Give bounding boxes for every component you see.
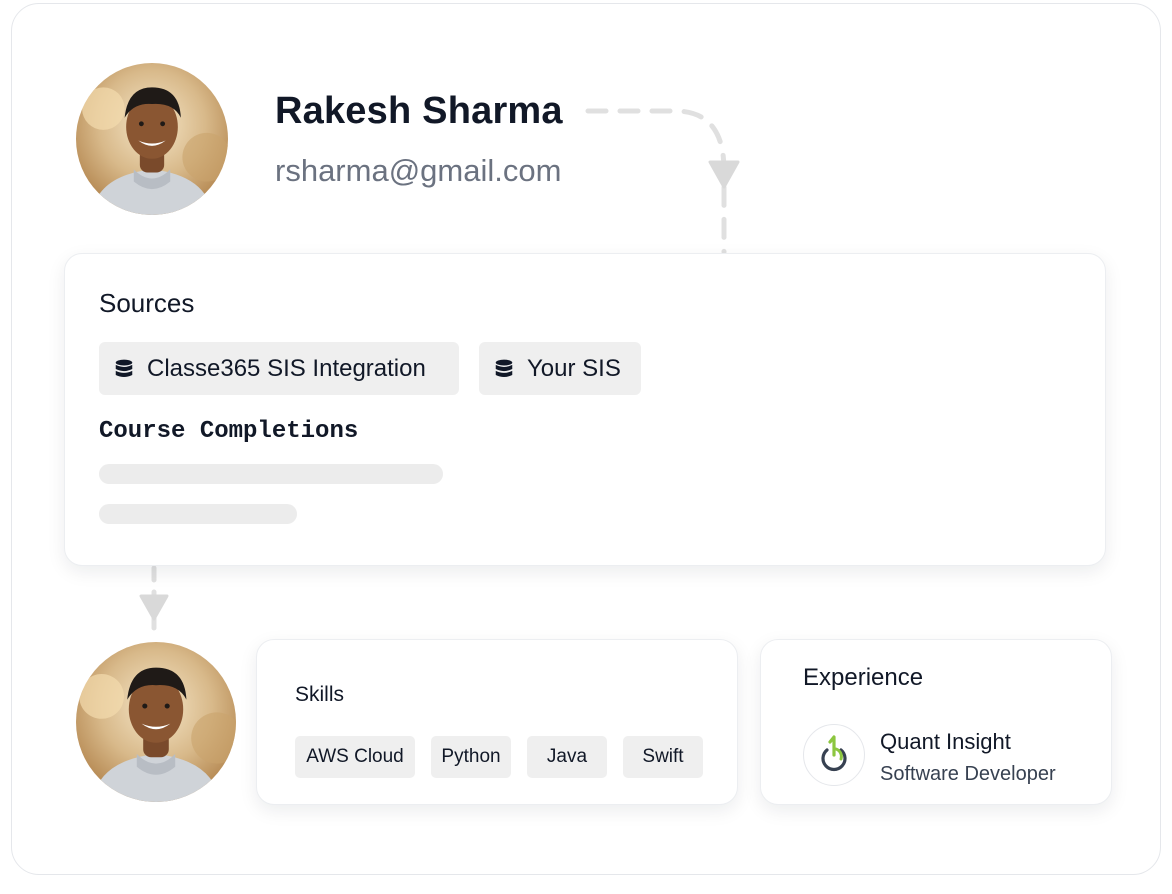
skill-chip[interactable]: Java [527, 736, 607, 778]
source-chip-label: Classe365 SIS Integration [147, 354, 426, 382]
skill-chip[interactable]: AWS Cloud [295, 736, 415, 778]
company-name: Quant Insight [880, 729, 1011, 754]
sources-title: Sources [99, 288, 195, 318]
source-chip-your-sis[interactable]: Your SIS [479, 342, 641, 395]
profile-avatar [76, 63, 228, 215]
job-role: Software Developer [880, 763, 1056, 785]
course-completions-title: Course Completions [99, 418, 359, 445]
company-logo [803, 724, 865, 786]
skill-chip[interactable]: Python [431, 736, 511, 778]
source-chip-classe365[interactable]: Classe365 SIS Integration [99, 342, 459, 395]
skeleton-line [99, 504, 297, 524]
skeleton-line [99, 464, 443, 484]
source-chip-label: Your SIS [527, 354, 621, 382]
person-portrait-icon [82, 87, 228, 215]
quant-insight-logo-icon [821, 735, 847, 772]
profile-avatar [76, 642, 236, 802]
sources-card: Sources Classe365 SIS Integration Your S… [64, 253, 1106, 566]
experience-title: Experience [803, 664, 924, 691]
database-icon [495, 359, 513, 377]
experience-card: Experience Quant Insight Software Develo… [760, 639, 1112, 805]
person-portrait-icon [79, 667, 236, 802]
skills-card: Skills AWS Cloud Python Java Swift [256, 639, 738, 805]
profile-name: Rakesh Sharma [275, 90, 563, 132]
skills-title: Skills [295, 683, 345, 706]
database-icon [115, 359, 133, 377]
skill-chip[interactable]: Swift [623, 736, 703, 778]
profile-email: rsharma@gmail.com [275, 153, 562, 188]
